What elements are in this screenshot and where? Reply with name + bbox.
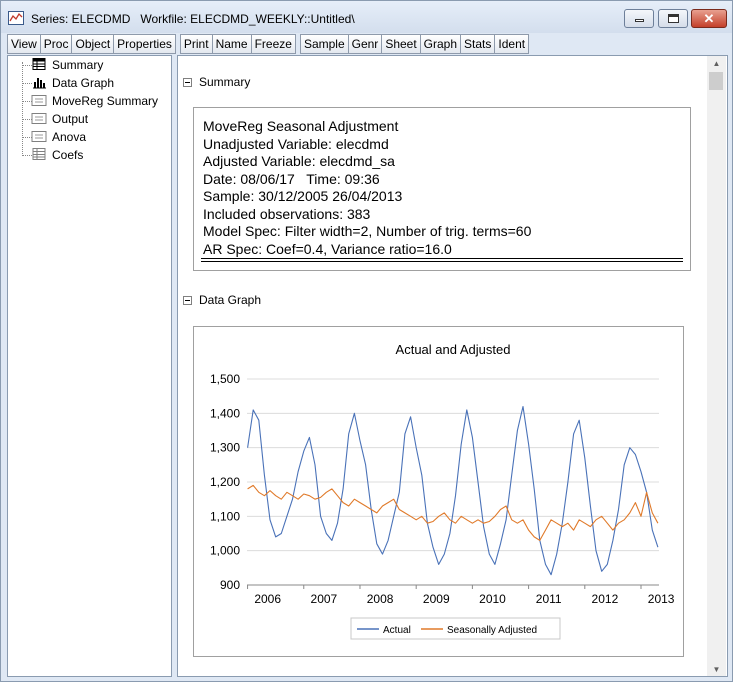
- sample-button[interactable]: Sample: [299, 34, 349, 54]
- tree-connector: [22, 62, 23, 154]
- x-tick-label: 2009: [423, 592, 450, 606]
- x-tick-label: 2010: [479, 592, 506, 606]
- double-rule: [201, 258, 683, 262]
- vertical-scrollbar[interactable]: ▲ ▼: [707, 56, 726, 676]
- scroll-down-icon[interactable]: ▼: [707, 662, 726, 676]
- data-graph: Actual and Adjusted 900 1,000 1,100 1,200 1,3…: [193, 326, 684, 657]
- summary-line: Model Spec: Filter width=2, Number of tr…: [203, 223, 532, 239]
- toolbar-group-object: View Proc Object Properties: [7, 34, 176, 54]
- x-tick-label: 2012: [592, 592, 619, 606]
- y-tick-label: 900: [220, 578, 240, 592]
- graph-button[interactable]: Graph: [419, 34, 462, 54]
- title-bar[interactable]: Series: ELECDMD Workfile: ELECDMD_WEEKLY…: [1, 1, 732, 33]
- maximize-icon: [667, 14, 679, 23]
- maximize-button[interactable]: [658, 9, 688, 28]
- name-button[interactable]: Name: [211, 34, 252, 54]
- chart-title: Actual and Adjusted: [396, 342, 511, 357]
- genr-button[interactable]: Genr: [347, 34, 383, 54]
- object-button[interactable]: Object: [71, 34, 115, 54]
- window-title: Series: ELECDMD Workfile: ELECDMD_WEEKLY…: [31, 12, 355, 26]
- properties-button[interactable]: Properties: [113, 34, 176, 54]
- tree-label-data-graph: Data Graph: [52, 76, 115, 90]
- close-icon: ✕: [703, 10, 715, 26]
- x-tick-label: 2006: [254, 592, 281, 606]
- toolbar-group-output: Print Name Freeze: [179, 34, 296, 54]
- toolbar: View Proc Object Properties Print Name F…: [7, 34, 533, 54]
- summary-line: Unadjusted Variable: elecdmd: [203, 135, 389, 152]
- summary-line: Sample: 30/12/2005 26/04/2013: [203, 188, 403, 204]
- proc-button[interactable]: Proc: [39, 34, 73, 54]
- tree-label-movereg-summary: MoveReg Summary: [52, 94, 159, 108]
- print-button[interactable]: Print: [179, 34, 213, 54]
- freeze-button[interactable]: Freeze: [250, 34, 296, 54]
- summary-line: Adjusted Variable: elecdmd_sa: [203, 153, 395, 169]
- summary-section-header[interactable]: Summary: [183, 75, 250, 89]
- summary-line: Date: 08/06/17 Time: 09:36: [203, 170, 380, 187]
- tree-label-summary: Summary: [52, 58, 104, 72]
- data-graph-header-label: Data Graph: [199, 293, 262, 307]
- minimize-button[interactable]: [624, 9, 654, 28]
- y-tick-label: 1,300: [210, 441, 240, 455]
- summary-line: MoveReg Seasonal Adjustment: [203, 118, 399, 134]
- bar-chart-icon: [33, 78, 46, 89]
- summary-line: AR Spec: Coef=0.4, Variance ratio=16.0: [203, 240, 452, 257]
- summary-output: MoveReg Seasonal Adjustment Unadjusted V…: [193, 107, 691, 271]
- close-button[interactable]: ✕: [691, 9, 727, 28]
- y-tick-label: 1,200: [210, 475, 240, 489]
- minimize-icon: [634, 19, 644, 22]
- series-icon: [8, 11, 24, 25]
- collapse-icon[interactable]: [183, 77, 192, 87]
- y-tick-label: 1,500: [210, 372, 240, 386]
- ident-button[interactable]: Ident: [494, 34, 530, 54]
- x-tick-label: 2007: [311, 592, 338, 606]
- toolbar-group-series: Sample Genr Sheet Graph Stats Ident: [299, 34, 530, 54]
- scroll-up-icon[interactable]: ▲: [707, 56, 726, 70]
- tree-label-coefs: Coefs: [52, 148, 84, 162]
- y-tick-label: 1,000: [210, 544, 240, 558]
- spool-content: Summary MoveReg Seasonal Adjustment Unad…: [177, 55, 728, 677]
- series-window: Series: ELECDMD Workfile: ELECDMD_WEEKLY…: [0, 0, 733, 682]
- sheet-button[interactable]: Sheet: [381, 34, 421, 54]
- text-doc-icon: [31, 95, 47, 106]
- scroll-thumb[interactable]: [709, 72, 723, 90]
- line-chart: Actual and Adjusted 900 1,000 1,100 1,200 1,3…: [210, 342, 675, 640]
- table-icon: [32, 148, 46, 160]
- text-doc-icon: [31, 113, 47, 124]
- y-tick-label: 1,400: [210, 406, 240, 420]
- x-tick-label: 2008: [367, 592, 394, 606]
- x-tick-label: 2011: [536, 592, 562, 606]
- output-tree: Summary Data Graph MoveReg Summary Outpu…: [7, 55, 172, 677]
- series-line-actual: [247, 405, 659, 576]
- legend-label: Actual: [383, 625, 411, 636]
- tree-label-anova: Anova: [52, 130, 87, 144]
- stats-button[interactable]: Stats: [460, 34, 496, 54]
- tree-label-output: Output: [52, 112, 89, 126]
- summary-header-label: Summary: [199, 75, 251, 89]
- collapse-icon[interactable]: [183, 295, 192, 305]
- view-button[interactable]: View: [7, 34, 41, 54]
- data-graph-section-header[interactable]: Data Graph: [183, 293, 261, 307]
- y-tick-label: 1,100: [210, 509, 240, 523]
- legend-label: Seasonally Adjusted: [447, 625, 537, 636]
- text-doc-icon: [31, 131, 47, 142]
- table-icon: [32, 58, 46, 70]
- summary-line: Included observations: 383: [203, 205, 371, 222]
- x-tick-label: 2013: [648, 592, 675, 606]
